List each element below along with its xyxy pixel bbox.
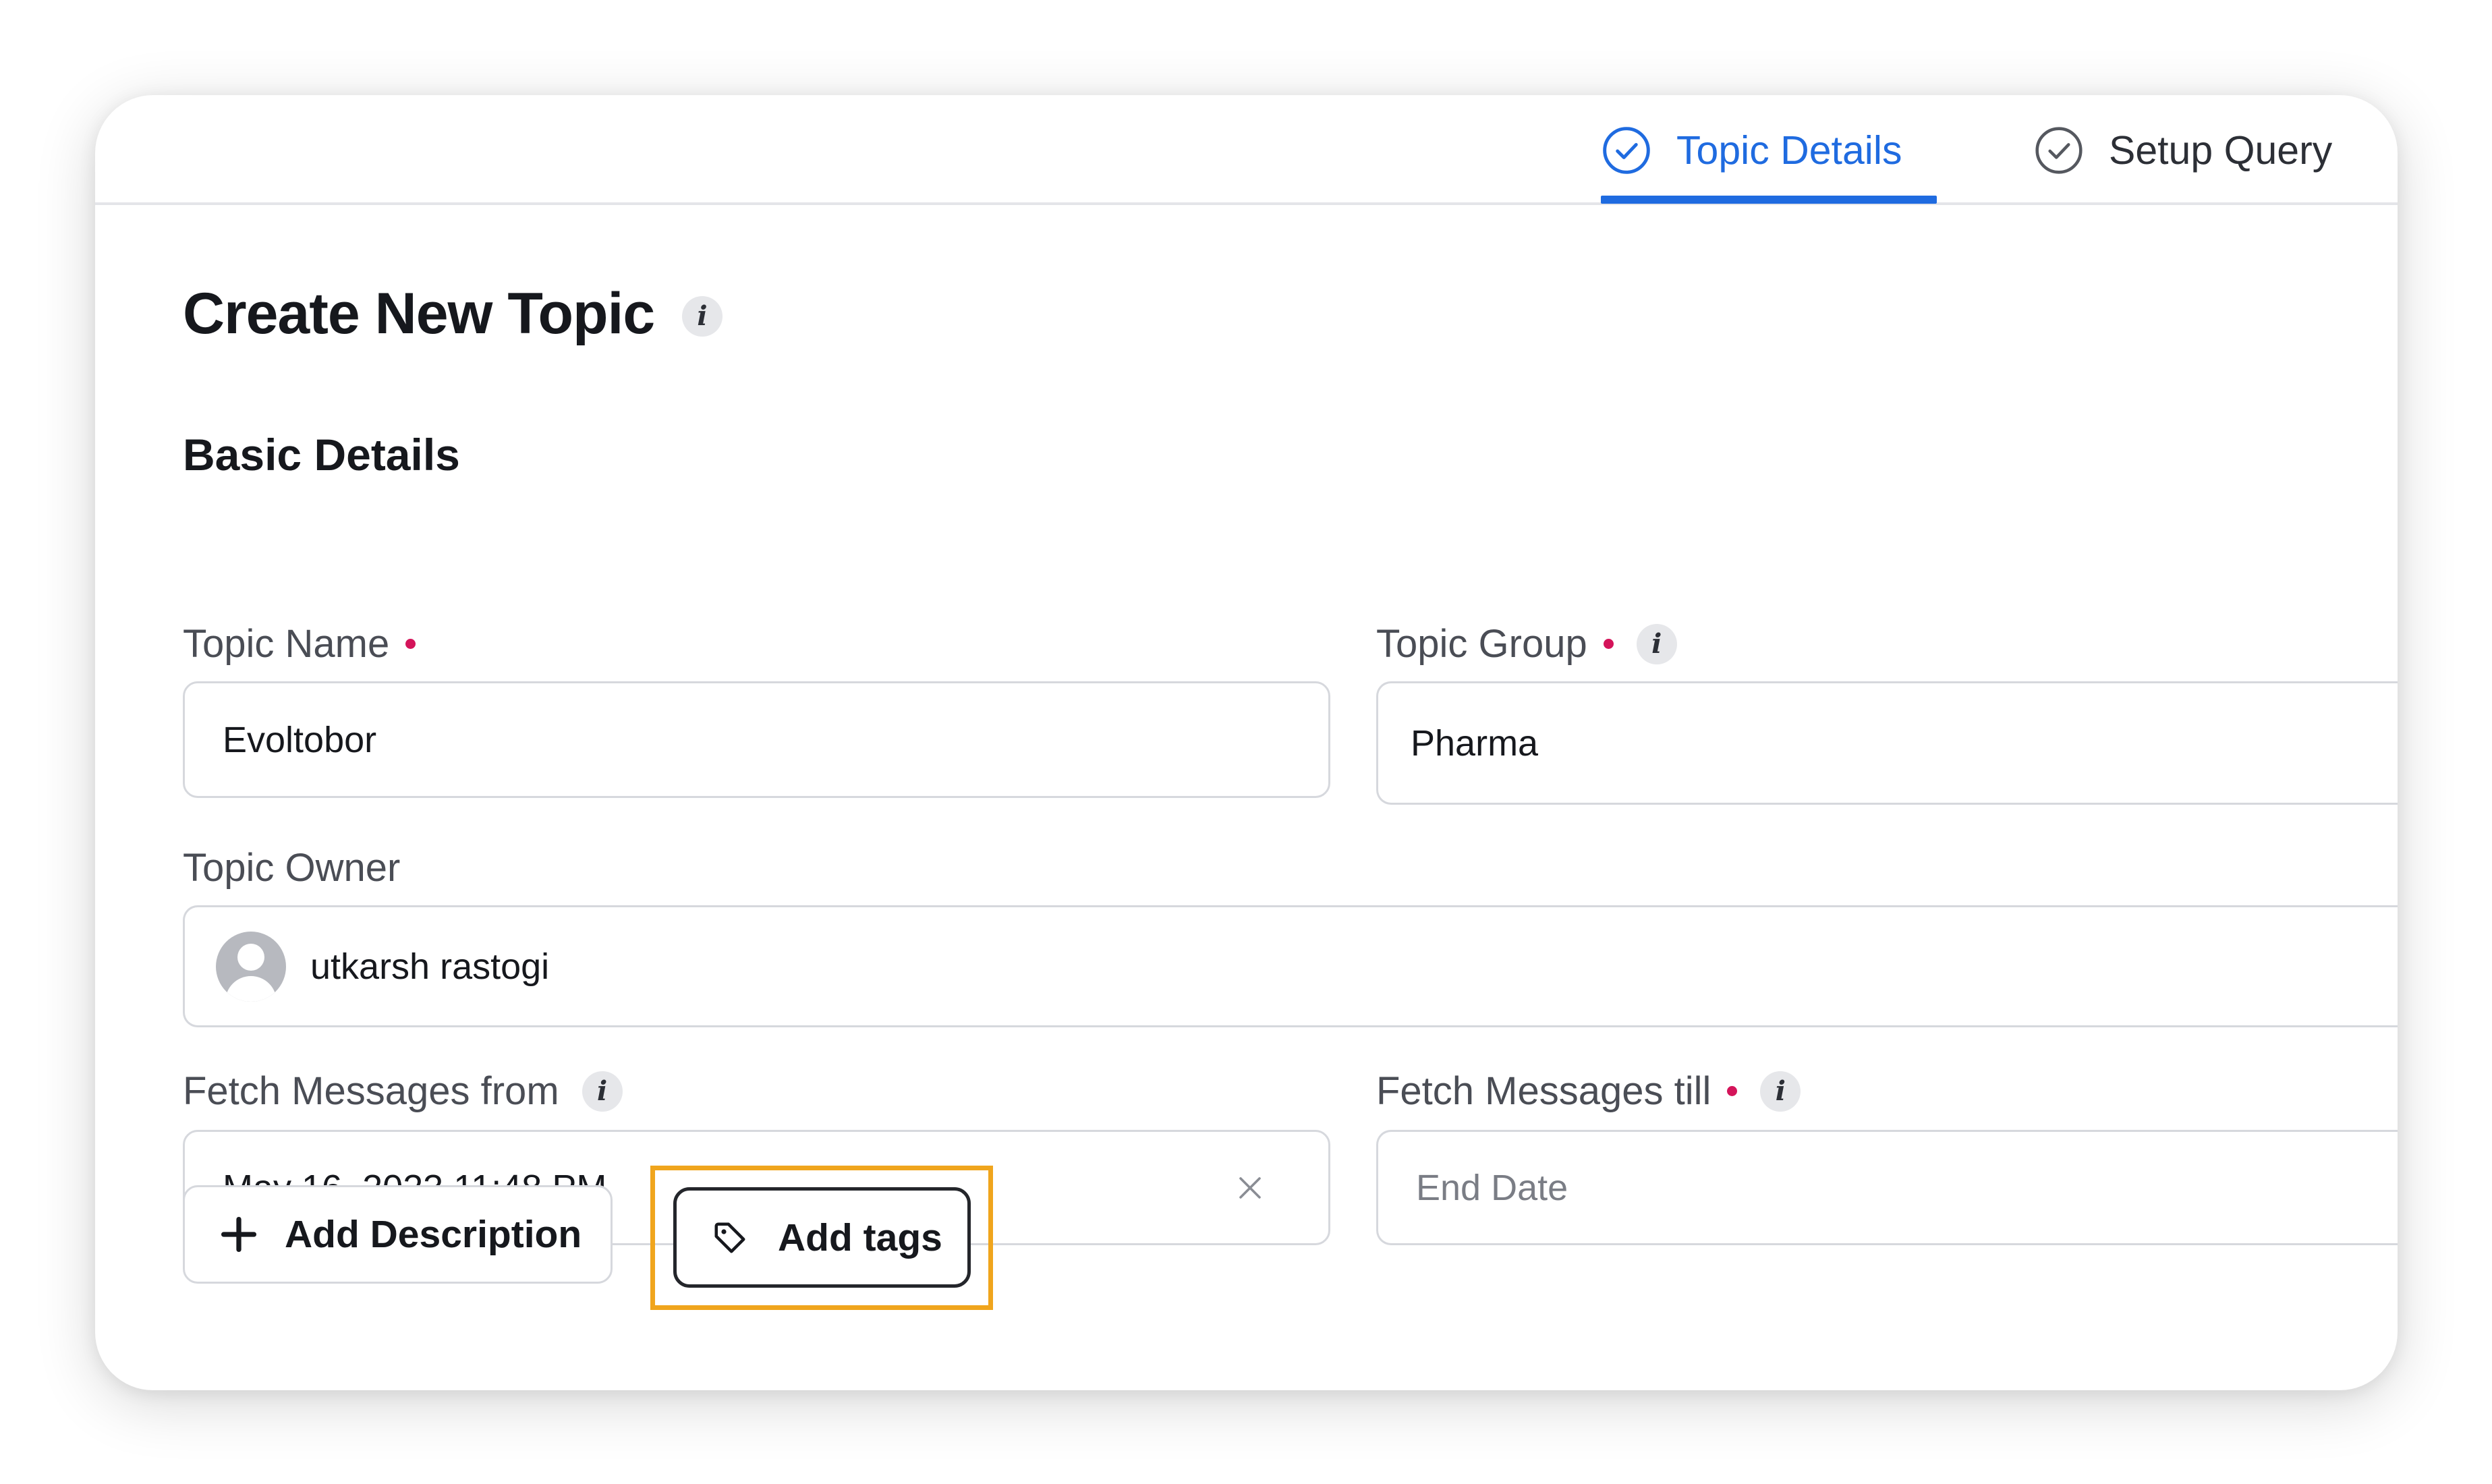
topic-owner-value: utkarsh rastogi — [310, 946, 550, 987]
create-topic-card: Topic Details Setup Query Create New Top… — [95, 95, 2398, 1390]
plus-icon — [221, 1216, 257, 1253]
required-indicator — [1727, 1086, 1738, 1096]
section-title-basic-details: Basic Details — [183, 430, 460, 480]
topic-name-label: Topic Name — [183, 621, 416, 666]
fetch-till-label-text: Fetch Messages till — [1376, 1069, 1711, 1113]
fetch-till-date-input[interactable]: End Date — [1376, 1130, 2398, 1245]
info-icon[interactable]: i — [682, 296, 723, 337]
add-description-label: Add Description — [285, 1213, 582, 1256]
topic-group-value: Pharma — [1411, 722, 1539, 764]
check-circle-icon — [1603, 126, 1650, 174]
topic-group-label: Topic Group i — [1376, 621, 1677, 666]
close-icon[interactable] — [1237, 1174, 1264, 1201]
avatar-head — [237, 943, 264, 971]
fetch-from-label: Fetch Messages from i — [183, 1068, 623, 1114]
page-title: Create New Topic — [183, 281, 655, 346]
topic-owner-label: Topic Owner — [183, 845, 400, 890]
topic-owner-select[interactable]: utkarsh rastogi — [183, 905, 2398, 1027]
info-icon[interactable]: i — [582, 1071, 623, 1112]
fetch-till-placeholder: End Date — [1416, 1167, 1568, 1208]
info-icon[interactable]: i — [1636, 623, 1677, 664]
fetch-from-label-text: Fetch Messages from — [183, 1069, 559, 1113]
tab-setup-query[interactable]: Setup Query — [2033, 95, 2350, 205]
topic-name-input[interactable]: Evoltobor — [183, 681, 1330, 798]
active-tab-indicator — [1601, 196, 1937, 204]
topic-owner-label-text: Topic Owner — [183, 846, 401, 890]
info-icon[interactable]: i — [1760, 1071, 1801, 1112]
add-tags-button[interactable]: Add tags — [673, 1187, 971, 1288]
user-avatar-icon — [216, 931, 286, 1002]
step-tabs: Topic Details Setup Query — [95, 95, 2398, 205]
screenshot-stage: Topic Details Setup Query Create New Top… — [0, 0, 2492, 1484]
topic-name-label-text: Topic Name — [183, 622, 390, 666]
check-circle-icon — [2035, 126, 2083, 174]
tag-icon — [714, 1222, 745, 1253]
tab-topic-details-label: Topic Details — [1676, 127, 1902, 173]
tab-setup-query-label: Setup Query — [2109, 127, 2333, 173]
add-tags-label: Add tags — [778, 1216, 942, 1259]
topic-group-label-text: Topic Group — [1376, 622, 1587, 666]
topic-name-value: Evoltobor — [223, 719, 377, 760]
tab-topic-details[interactable]: Topic Details — [1601, 95, 1937, 205]
add-description-button[interactable]: Add Description — [183, 1185, 613, 1284]
topic-group-select[interactable]: Pharma — [1376, 681, 2398, 805]
required-indicator — [1603, 639, 1614, 649]
required-indicator — [405, 639, 416, 649]
fetch-till-label: Fetch Messages till i — [1376, 1068, 1801, 1114]
avatar-body — [225, 975, 277, 1002]
